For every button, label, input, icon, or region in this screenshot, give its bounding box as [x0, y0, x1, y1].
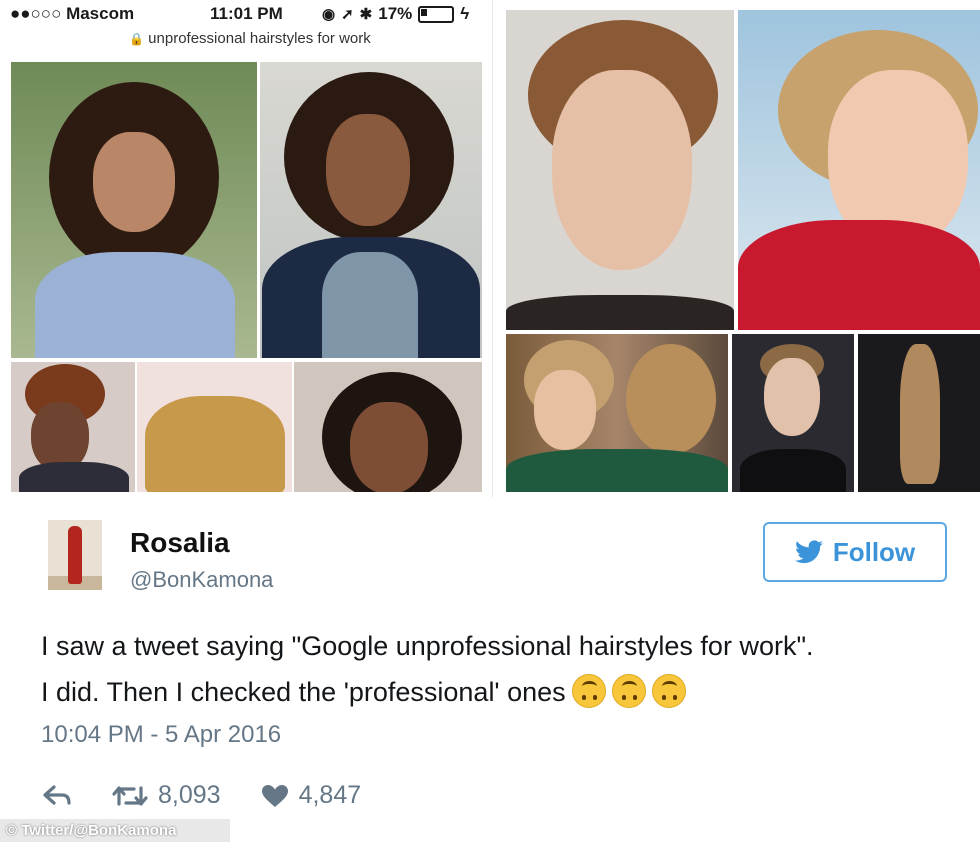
bluetooth-icon: ✱ [359, 6, 373, 23]
wifi-icon: ◉ [322, 6, 336, 23]
upside-down-face-icon [651, 674, 686, 708]
screenshot-collage: ●●○○○ Mascom 11:01 PM ◉ ➚ ✱ 17% ϟ 🔒 unpro… [0, 0, 980, 497]
image-result-8[interactable] [506, 334, 728, 492]
image-result-4[interactable] [137, 362, 292, 492]
retweet-icon [112, 785, 148, 806]
address-bar[interactable]: 🔒 unprofessional hairstyles for work [60, 30, 440, 54]
location-icon: ➚ [341, 6, 354, 23]
image-credit: © Twitter/@BonKamona [0, 819, 230, 842]
status-icons: ◉ ➚ ✱ 17% ϟ [322, 4, 469, 24]
image-result-9[interactable] [732, 334, 854, 492]
image-result-6[interactable] [506, 10, 734, 330]
phone-screenshot: ●●○○○ Mascom 11:01 PM ◉ ➚ ✱ 17% ϟ 🔒 unpro… [0, 0, 493, 497]
follow-label: Follow [832, 536, 916, 567]
follow-button[interactable]: Follow [763, 522, 947, 582]
avatar[interactable] [48, 520, 102, 590]
tweet-text-line-2: I did. Then I checked the 'professional'… [41, 669, 961, 715]
battery-percent: 17% [378, 4, 413, 23]
tweet-timestamp[interactable]: 10:04 PM - 5 Apr 2016 [41, 721, 281, 749]
tweet-text: I saw a tweet saying "Google unprofessio… [41, 623, 961, 715]
carrier-label: ●●○○○ Mascom [10, 4, 135, 23]
reply-icon [43, 784, 71, 805]
image-result-2[interactable] [260, 62, 482, 358]
url-text: unprofessional hairstyles for work [148, 30, 371, 47]
tweet-actions: 8,093 4,847 [42, 781, 401, 810]
image-result-5[interactable] [294, 362, 482, 492]
image-result-3[interactable] [11, 362, 135, 492]
image-result-7[interactable] [738, 10, 980, 330]
like-button[interactable]: 4,847 [261, 781, 362, 810]
retweet-button[interactable]: 8,093 [112, 781, 221, 810]
reply-button[interactable] [42, 784, 72, 807]
clock: 11:01 PM [210, 4, 283, 23]
user-handle[interactable]: @BonKamona [130, 567, 273, 593]
image-result-10[interactable] [858, 334, 980, 492]
like-count: 4,847 [298, 781, 362, 809]
tweet-text-line-2-content: I did. Then I checked the 'professional'… [41, 677, 566, 707]
status-bar: ●●○○○ Mascom 11:01 PM ◉ ➚ ✱ 17% ϟ [0, 0, 492, 28]
lock-icon: 🔒 [129, 32, 145, 46]
retweet-count: 8,093 [158, 781, 221, 809]
display-name[interactable]: Rosalia [130, 527, 230, 559]
tweet-text-line-1: I saw a tweet saying "Google unprofessio… [41, 631, 814, 661]
charging-icon: ϟ [460, 4, 470, 23]
battery-icon [418, 5, 455, 23]
image-result-1[interactable] [11, 62, 257, 358]
professional-results [506, 10, 980, 497]
tweet-card: Rosalia @BonKamona Follow I saw a tweet … [0, 497, 980, 842]
upside-down-face-icon [611, 674, 646, 708]
heart-icon [261, 784, 288, 807]
upside-down-face-icon [571, 674, 606, 708]
twitter-bird-icon [794, 540, 823, 564]
